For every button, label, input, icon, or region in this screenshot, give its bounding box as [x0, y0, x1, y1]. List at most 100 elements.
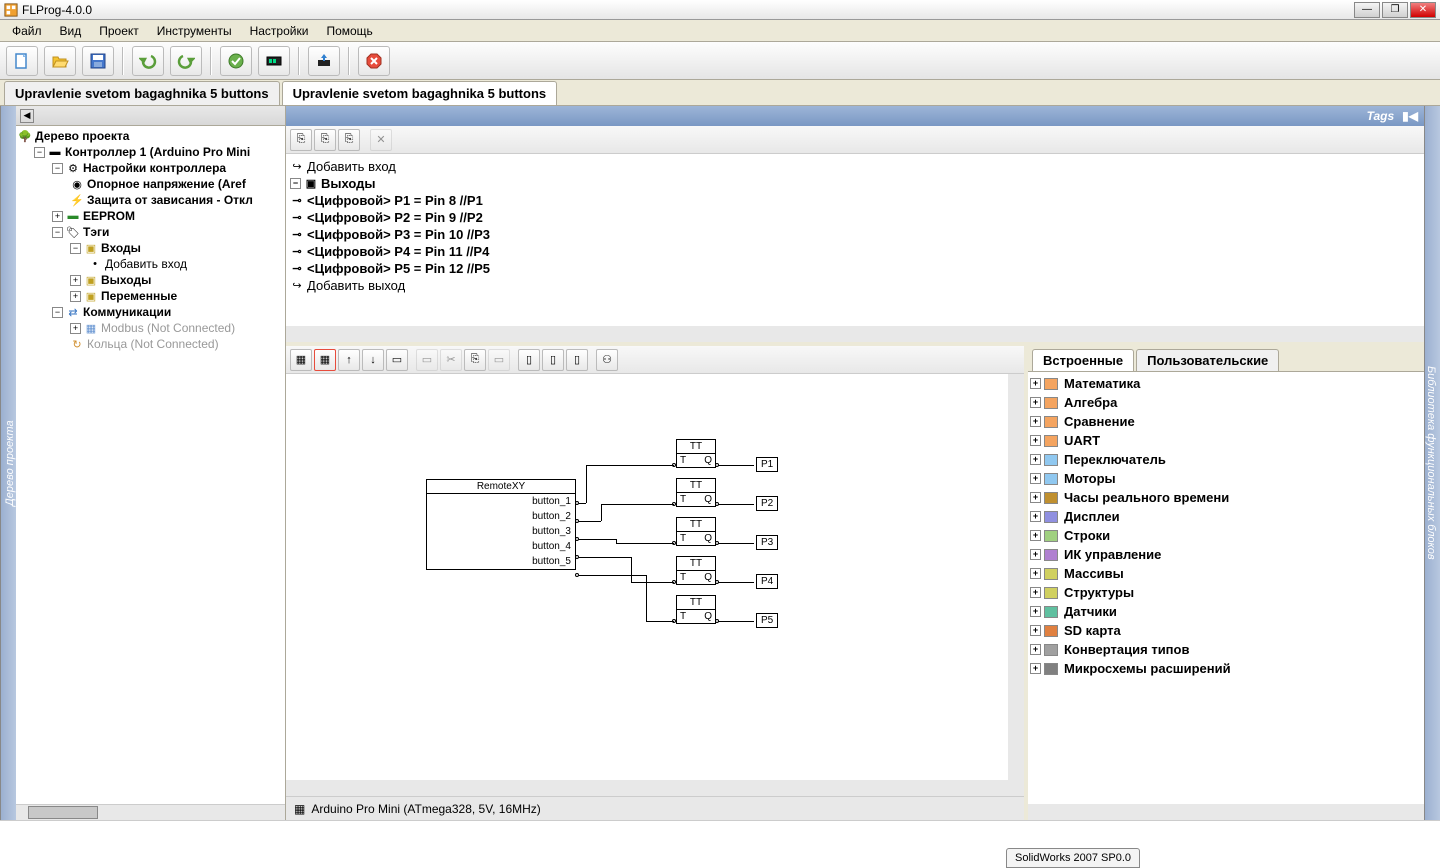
- save-button[interactable]: [82, 46, 114, 76]
- canvas-btn-11[interactable]: ▯: [542, 349, 564, 371]
- tree-expand-icon[interactable]: +: [1030, 378, 1041, 389]
- tree-expand-icon[interactable]: +: [1030, 625, 1041, 636]
- block-tt[interactable]: TTTQ: [676, 595, 716, 624]
- tree-expand-icon[interactable]: +: [1030, 606, 1041, 617]
- tree-settings[interactable]: Настройки контроллера: [83, 161, 226, 175]
- library-list[interactable]: +Математика+Алгебра+Сравнение+UART+Перек…: [1028, 372, 1424, 804]
- taskbar-item-solidworks[interactable]: SolidWorks 2007 SP0.0: [1006, 848, 1140, 868]
- stop-button[interactable]: [358, 46, 390, 76]
- io-add-output[interactable]: Добавить выход: [307, 278, 405, 293]
- doc-tab-1[interactable]: Upravlenie svetom bagaghnika 5 buttons: [282, 81, 558, 105]
- tree-content[interactable]: 🌳Дерево проекта −▬Контроллер 1 (Arduino …: [16, 126, 285, 804]
- tree-expand-icon[interactable]: +: [1030, 416, 1041, 427]
- tree-modbus[interactable]: Modbus (Not Connected): [101, 321, 235, 335]
- io-outputs-label[interactable]: Выходы: [321, 176, 376, 191]
- lib-item[interactable]: +Микросхемы расширений: [1030, 659, 1422, 678]
- io-btn-1[interactable]: ⎘: [290, 129, 312, 151]
- upload-button[interactable]: [308, 46, 340, 76]
- left-sidebar-tab[interactable]: Дерево проекта: [0, 106, 16, 820]
- minimize-button[interactable]: —: [1354, 2, 1380, 18]
- undo-button[interactable]: [132, 46, 164, 76]
- tree-expand-icon[interactable]: −: [52, 307, 63, 318]
- menu-view[interactable]: Вид: [52, 22, 90, 40]
- canvas-btn-12[interactable]: ▯: [566, 349, 588, 371]
- tree-expand-icon[interactable]: +: [1030, 587, 1041, 598]
- io-hscrollbar[interactable]: [286, 326, 1424, 342]
- tree-variables[interactable]: Переменные: [101, 289, 177, 303]
- tree-inputs[interactable]: Входы: [101, 241, 141, 255]
- output-pin[interactable]: P3: [756, 535, 778, 550]
- canvas-btn-10[interactable]: ▯: [518, 349, 540, 371]
- tree-add-input[interactable]: Добавить вход: [105, 257, 187, 271]
- lib-hscrollbar[interactable]: [1028, 804, 1424, 820]
- block-remotexy[interactable]: RemoteXY button_1 button_2 button_3 butt…: [426, 479, 576, 570]
- lib-item[interactable]: +Переключатель: [1030, 450, 1422, 469]
- menu-project[interactable]: Проект: [91, 22, 147, 40]
- canvas-btn-5[interactable]: ▭: [386, 349, 408, 371]
- tree-expand-icon[interactable]: +: [1030, 644, 1041, 655]
- tree-aref[interactable]: Опорное напряжение (Aref: [87, 177, 246, 191]
- lib-tab-builtin[interactable]: Встроенные: [1032, 349, 1134, 371]
- io-out-1[interactable]: <Цифровой> P2 = Pin 9 //P2: [307, 210, 483, 225]
- lib-item[interactable]: +Математика: [1030, 374, 1422, 393]
- tree-expand-icon[interactable]: +: [1030, 473, 1041, 484]
- canvas-btn-13[interactable]: ⚇: [596, 349, 618, 371]
- lib-tab-user[interactable]: Пользовательские: [1136, 349, 1279, 371]
- lib-item[interactable]: +Строки: [1030, 526, 1422, 545]
- lib-item[interactable]: +Конвертация типов: [1030, 640, 1422, 659]
- move-down-button[interactable]: ↓: [362, 349, 384, 371]
- doc-tab-0[interactable]: Upravlenie svetom bagaghnika 5 buttons: [4, 81, 280, 105]
- move-up-button[interactable]: ↑: [338, 349, 360, 371]
- lib-item[interactable]: +Часы реального времени: [1030, 488, 1422, 507]
- output-pin[interactable]: P4: [756, 574, 778, 589]
- canvas-hscrollbar[interactable]: [286, 780, 1024, 796]
- lib-item[interactable]: +ИК управление: [1030, 545, 1422, 564]
- output-pin[interactable]: P1: [756, 457, 778, 472]
- canvas-btn-1[interactable]: ▦: [290, 349, 312, 371]
- output-pin[interactable]: P5: [756, 613, 778, 628]
- io-out-2[interactable]: <Цифровой> P3 = Pin 10 //P3: [307, 227, 490, 242]
- menu-help[interactable]: Помощь: [318, 22, 380, 40]
- lib-item[interactable]: +Датчики: [1030, 602, 1422, 621]
- tree-expand-icon[interactable]: +: [1030, 397, 1041, 408]
- pin-icon[interactable]: ▮◀: [1402, 109, 1418, 123]
- tree-eeprom[interactable]: EEPROM: [83, 209, 135, 223]
- tree-root[interactable]: Дерево проекта: [35, 129, 129, 143]
- canvas-btn-2[interactable]: ▦: [314, 349, 336, 371]
- collapse-all-button[interactable]: ◀: [20, 109, 34, 123]
- tree-expand-icon[interactable]: +: [1030, 511, 1041, 522]
- tree-expand-icon[interactable]: +: [70, 291, 81, 302]
- tree-expand-icon[interactable]: −: [52, 227, 63, 238]
- tree-expand-icon[interactable]: −: [70, 243, 81, 254]
- lib-item[interactable]: +Дисплеи: [1030, 507, 1422, 526]
- redo-button[interactable]: [170, 46, 202, 76]
- lib-item[interactable]: +Массивы: [1030, 564, 1422, 583]
- tree-expand-icon[interactable]: +: [1030, 568, 1041, 579]
- tree-rings[interactable]: Кольца (Not Connected): [87, 337, 219, 351]
- io-out-3[interactable]: <Цифровой> P4 = Pin 11 //P4: [307, 244, 489, 259]
- lib-item[interactable]: +Алгебра: [1030, 393, 1422, 412]
- io-list[interactable]: ↪Добавить вход −▣Выходы ⊸<Цифровой> P1 =…: [286, 154, 1424, 326]
- block-tt[interactable]: TTTQ: [676, 439, 716, 468]
- tree-expand-icon[interactable]: +: [1030, 530, 1041, 541]
- menu-settings[interactable]: Настройки: [242, 22, 317, 40]
- io-add-input[interactable]: Добавить вход: [307, 159, 396, 174]
- tree-expand-icon[interactable]: +: [1030, 454, 1041, 465]
- io-out-4[interactable]: <Цифровой> P5 = Pin 12 //P5: [307, 261, 490, 276]
- tree-expand-icon[interactable]: +: [1030, 492, 1041, 503]
- io-out-0[interactable]: <Цифровой> P1 = Pin 8 //P1: [307, 193, 483, 208]
- block-tt[interactable]: TTTQ: [676, 517, 716, 546]
- new-file-button[interactable]: [6, 46, 38, 76]
- block-tt[interactable]: TTTQ: [676, 556, 716, 585]
- tree-expand-icon[interactable]: +: [1030, 549, 1041, 560]
- io-btn-3[interactable]: ⎘: [338, 129, 360, 151]
- tree-expand-icon[interactable]: −: [290, 178, 301, 189]
- tree-expand-icon[interactable]: −: [52, 163, 63, 174]
- tree-expand-icon[interactable]: +: [1030, 435, 1041, 446]
- tree-expand-icon[interactable]: +: [70, 323, 81, 334]
- tree-controller[interactable]: Контроллер 1 (Arduino Pro Mini: [65, 145, 250, 159]
- close-button[interactable]: ✕: [1410, 2, 1436, 18]
- canvas-vscrollbar[interactable]: [1008, 374, 1024, 780]
- tree-comm[interactable]: Коммуникации: [83, 305, 171, 319]
- tree-watchdog[interactable]: Защита от зависания - Откл: [87, 193, 253, 207]
